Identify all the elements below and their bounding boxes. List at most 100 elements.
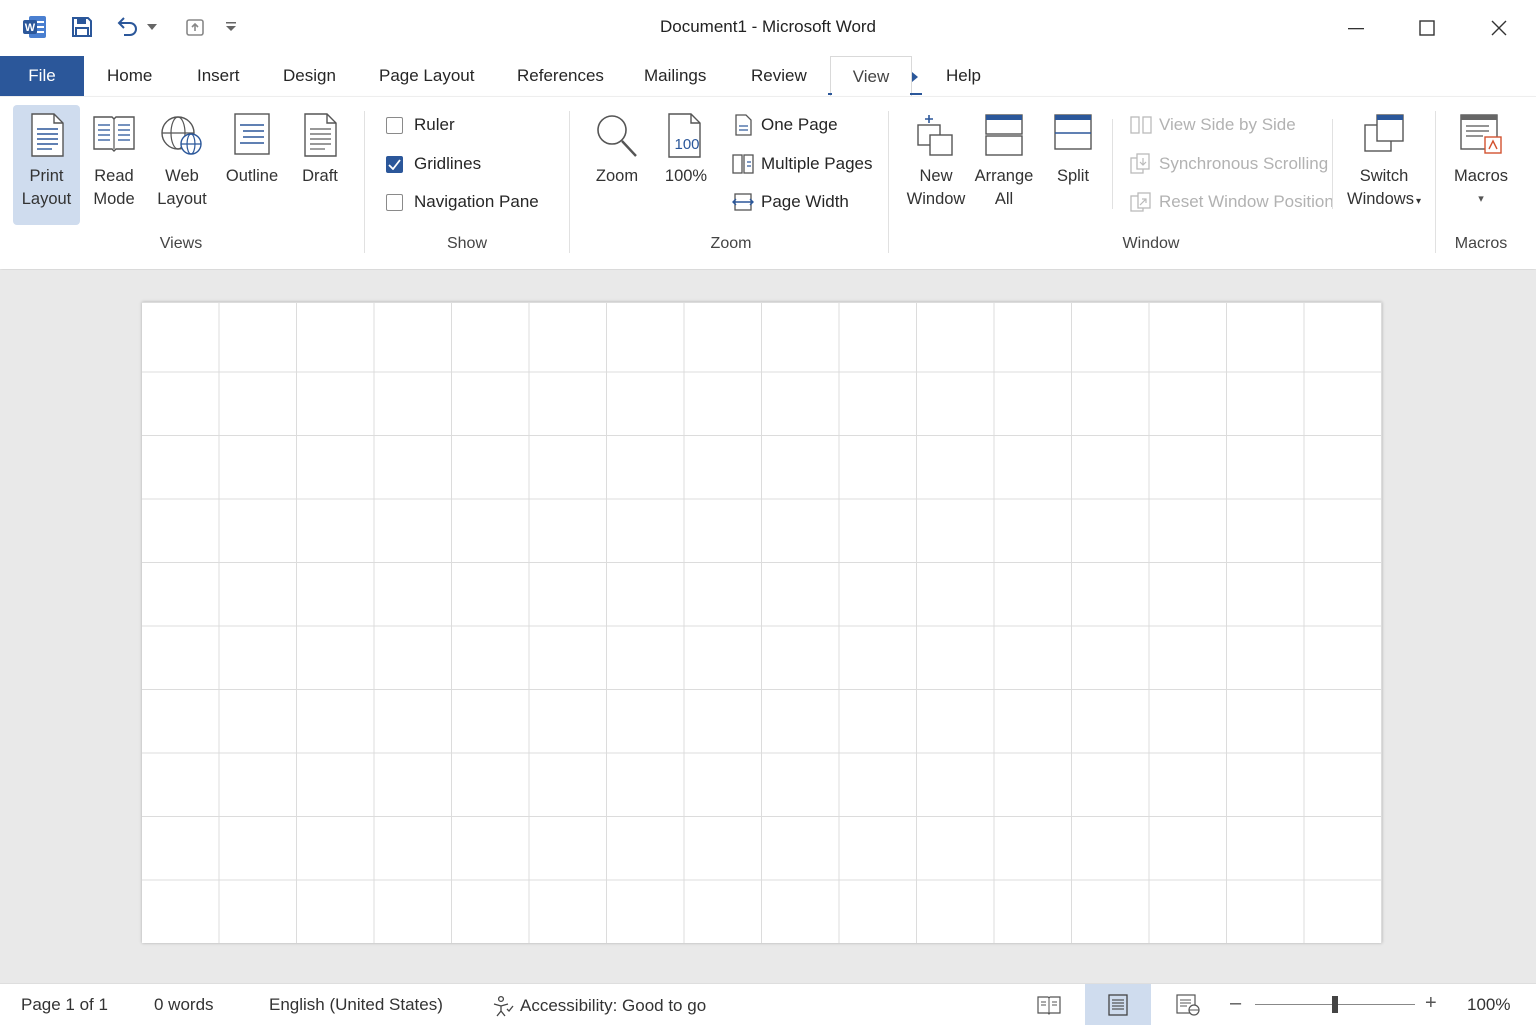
multiple-pages-label: Multiple Pages — [761, 154, 873, 173]
arrange-all-button[interactable]: Arrange All — [972, 105, 1036, 211]
split-button[interactable]: Split — [1044, 105, 1102, 188]
one-page-button[interactable]: One Page — [732, 112, 838, 138]
checkmark-icon — [388, 158, 401, 170]
print-layout-label-1: Print — [29, 167, 64, 185]
tab-indicator-icon — [910, 70, 920, 82]
print-layout-view-button[interactable] — [1085, 984, 1151, 1025]
one-page-icon — [732, 114, 754, 136]
gridlines-checkbox[interactable]: Gridlines — [386, 152, 481, 176]
accessibility-label: Accessibility: Good to go — [520, 996, 707, 1015]
zoom-out-icon[interactable]: – — [1230, 992, 1241, 1015]
one-page-label: One Page — [761, 115, 838, 134]
tab-underline-left — [828, 93, 832, 95]
macros-icon — [1446, 105, 1516, 165]
minimize-button[interactable] — [1334, 10, 1378, 46]
arrange-all-label-2: All — [994, 190, 1014, 208]
read-mode-label-1: Read — [94, 167, 134, 185]
multiple-pages-button[interactable]: Multiple Pages — [732, 151, 873, 177]
ruler-check-box[interactable] — [386, 116, 403, 134]
outline-icon — [222, 105, 282, 165]
zoom-in-icon[interactable]: + — [1425, 992, 1437, 1015]
title-bar: W Document1 - Microsoft Word — [0, 0, 1536, 56]
tab-design[interactable]: Design — [283, 56, 336, 96]
zoom-100-label: 100% — [664, 167, 708, 185]
word-count[interactable]: 0 words — [154, 995, 214, 1015]
tab-underline-right — [910, 93, 922, 95]
outline-label: Outline — [225, 167, 279, 185]
document-page[interactable] — [142, 302, 1382, 943]
arrange-all-label-1: Arrange — [974, 167, 1034, 185]
synchronous-scrolling-label: Synchronous Scrolling — [1159, 154, 1329, 173]
language[interactable]: English (United States) — [269, 995, 443, 1015]
macros-button[interactable]: Macros ▾ — [1446, 105, 1516, 211]
read-mode-button[interactable]: Read Mode — [86, 105, 142, 211]
synchronous-scrolling-button[interactable]: Synchronous Scrolling — [1130, 151, 1328, 177]
draft-button[interactable]: Draft — [292, 105, 348, 188]
web-layout-button[interactable]: Web Layout — [152, 105, 212, 211]
magnifier-icon — [588, 105, 646, 165]
page-width-button[interactable]: Page Width — [732, 189, 849, 215]
tab-view[interactable]: View — [830, 56, 912, 97]
tab-home[interactable]: Home — [107, 56, 152, 96]
read-mode-icon — [86, 105, 142, 165]
tab-review[interactable]: Review — [751, 56, 807, 96]
gridlines-label: Gridlines — [414, 154, 482, 173]
tab-references[interactable]: References — [517, 56, 604, 96]
print-layout-button[interactable]: Print Layout — [13, 105, 80, 225]
page-count[interactable]: Page 1 of 1 — [21, 995, 108, 1015]
group-separator — [569, 111, 570, 253]
new-window-button[interactable]: New Window — [902, 105, 970, 211]
hundred-percent-icon: 100 — [658, 105, 714, 165]
window-title: Document1 - Microsoft Word — [659, 17, 877, 36]
inner-separator — [1332, 119, 1333, 209]
page-width-label: Page Width — [761, 192, 849, 211]
tab-mailings[interactable]: Mailings — [644, 56, 706, 96]
accessibility-icon — [493, 995, 514, 1017]
ribbon: Print Layout Read Mode Web Layout Outlin… — [0, 96, 1536, 269]
accessibility-status[interactable]: Accessibility: Good to go — [491, 995, 706, 1017]
web-layout-icon — [152, 105, 212, 165]
read-mode-view-button[interactable] — [1016, 984, 1082, 1025]
zoom-button[interactable]: Zoom — [588, 105, 646, 188]
close-button[interactable] — [1477, 10, 1521, 46]
view-side-by-side-label: View Side by Side — [1159, 115, 1296, 134]
group-separator — [888, 111, 889, 253]
switch-windows-label-1: Switch — [1359, 167, 1409, 185]
view-side-by-side-button[interactable]: View Side by Side — [1130, 112, 1296, 138]
tab-insert[interactable]: Insert — [197, 56, 240, 96]
split-label: Split — [1056, 167, 1090, 185]
zoom-slider-thumb[interactable] — [1332, 996, 1338, 1013]
reset-window-position-button[interactable]: Reset Window Position — [1130, 189, 1334, 215]
tab-help[interactable]: Help — [946, 56, 981, 96]
reset-window-icon — [1130, 191, 1152, 213]
outline-button[interactable]: Outline — [222, 105, 282, 188]
ruler-checkbox[interactable]: Ruler — [386, 113, 455, 137]
window-group-label: Window — [1122, 235, 1180, 252]
print-layout-view-icon — [1108, 993, 1128, 1016]
zoom-group-label: Zoom — [710, 235, 752, 252]
web-layout-view-button[interactable] — [1155, 984, 1221, 1025]
gridlines-check-box[interactable] — [386, 155, 403, 173]
draft-label: Draft — [302, 167, 338, 185]
split-icon — [1044, 105, 1102, 165]
zoom-percentage[interactable]: 100% — [1467, 995, 1510, 1015]
new-window-label-2: Window — [906, 190, 966, 208]
group-separator — [364, 111, 365, 253]
switch-windows-button[interactable]: Switch Windows ▾ — [1342, 105, 1426, 213]
dropdown-arrow-icon: ▾ — [1478, 193, 1484, 205]
print-layout-label-2: Layout — [21, 190, 72, 208]
switch-windows-label-2: Windows — [1347, 190, 1414, 208]
side-by-side-icon — [1130, 114, 1152, 136]
new-window-icon — [902, 105, 970, 165]
svg-text:100: 100 — [674, 136, 699, 153]
web-layout-label-1: Web — [165, 167, 199, 185]
sync-scroll-icon — [1130, 153, 1152, 175]
navigation-pane-check-box[interactable] — [386, 193, 403, 211]
maximize-button[interactable] — [1405, 10, 1449, 46]
macros-label: Macros — [1453, 167, 1509, 185]
tab-page-layout[interactable]: Page Layout — [379, 56, 474, 96]
navigation-pane-checkbox[interactable]: Navigation Pane — [386, 190, 539, 214]
tab-file[interactable]: File — [0, 56, 84, 96]
inner-separator — [1112, 119, 1113, 209]
zoom-100-button[interactable]: 100 100% — [658, 105, 714, 188]
